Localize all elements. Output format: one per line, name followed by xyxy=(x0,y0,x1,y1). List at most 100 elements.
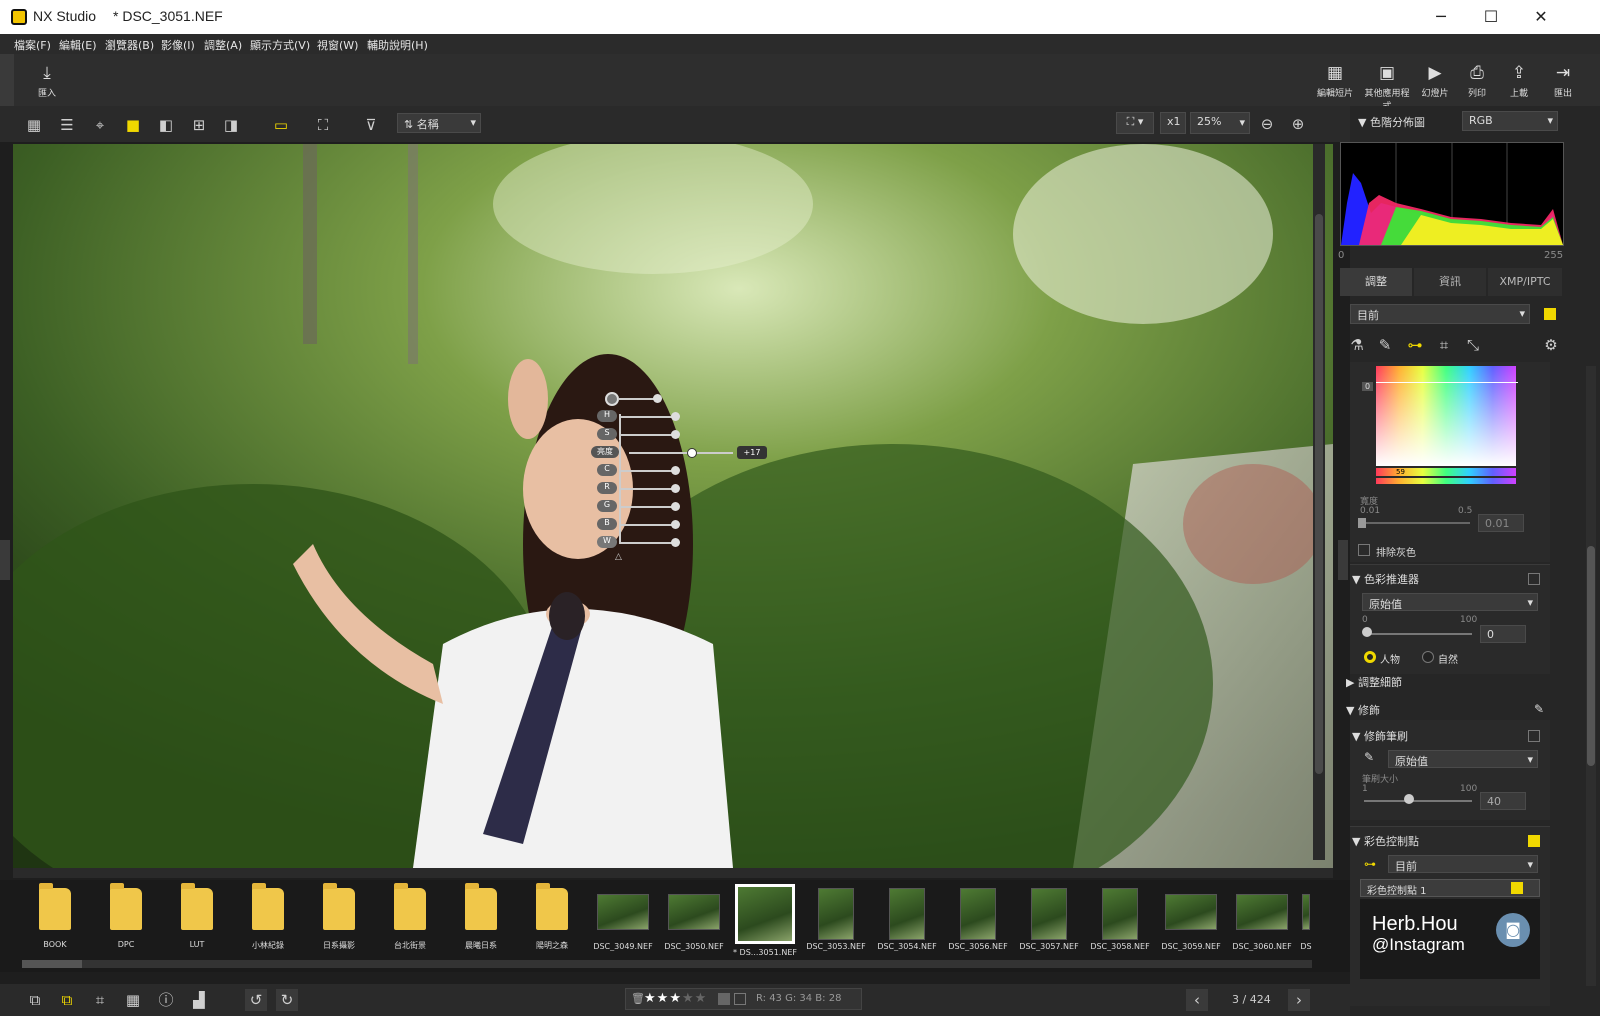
maximize-button[interactable]: ☐ xyxy=(1466,0,1516,34)
red-knob[interactable] xyxy=(671,484,680,493)
radius-slider[interactable] xyxy=(618,398,656,400)
vertical-scroll-thumb[interactable] xyxy=(1315,214,1323,774)
upload-button[interactable]: ⇪ 上載 xyxy=(1502,62,1536,99)
add-control-point-icon[interactable]: ⊶ xyxy=(1364,857,1376,871)
zoom-in-icon[interactable]: ⊕ xyxy=(1287,113,1309,135)
blue-slider[interactable] xyxy=(621,524,677,526)
tab-adjust[interactable]: 調整 xyxy=(1340,268,1412,296)
star-icon[interactable]: ★ xyxy=(669,991,682,1006)
previous-image-icon[interactable]: ‹ xyxy=(1186,989,1208,1011)
green-slider[interactable] xyxy=(621,506,677,508)
fullscreen-icon[interactable]: ⛶ xyxy=(312,114,334,136)
width-input[interactable]: 0.01 xyxy=(1478,514,1524,532)
four-view-icon[interactable]: ⊞ xyxy=(188,114,210,136)
left-panel-toggle[interactable] xyxy=(0,540,10,580)
booster-input[interactable]: 0 xyxy=(1480,625,1526,643)
color-control-icon[interactable]: ⊶ xyxy=(1404,334,1426,356)
filmstrip-scroll-thumb[interactable] xyxy=(22,960,82,968)
map-view-icon[interactable]: ⌖ xyxy=(89,114,111,136)
control-point-handle[interactable] xyxy=(605,392,619,406)
panel-scroll-thumb[interactable] xyxy=(1587,546,1595,766)
menu-view[interactable]: 顯示方式(V) xyxy=(250,37,310,53)
thumbnail-item[interactable]: DSC_3053.NEF xyxy=(803,888,869,951)
histogram-mode-select[interactable]: RGB ▾ xyxy=(1462,111,1558,131)
folder-item[interactable]: 小林紀錄 xyxy=(235,883,301,951)
right-panel-toggle[interactable] xyxy=(1338,540,1348,580)
thumbnail-item[interactable]: DSC_3049.NEF xyxy=(590,888,656,951)
exclude-gray-checkbox[interactable] xyxy=(1358,544,1370,556)
contrast-slider[interactable] xyxy=(621,470,677,472)
saturation-knob[interactable] xyxy=(671,430,680,439)
crop-icon[interactable]: ⌗ xyxy=(1433,334,1455,356)
menu-edit[interactable]: 編輯(E) xyxy=(59,37,97,53)
menu-file[interactable]: 檔案(F) xyxy=(14,37,51,53)
retouch-header[interactable]: ▼ 修飾 xyxy=(1346,702,1380,718)
thumbnail-item-selected[interactable]: * DS...3051.NEF xyxy=(732,884,798,957)
grid-view-icon[interactable]: ▦ xyxy=(23,114,45,136)
blue-knob[interactable] xyxy=(671,520,680,529)
brush-size-slider[interactable] xyxy=(1364,800,1472,802)
booster-slider[interactable] xyxy=(1364,633,1472,635)
retouch-brush-header[interactable]: ▼ 修飾筆刷 xyxy=(1352,728,1408,744)
color-control-point[interactable]: H S 亮度 +17 C R G B W △ xyxy=(591,392,775,562)
info-icon[interactable]: ⓘ xyxy=(155,989,177,1011)
color-control-header[interactable]: ▼ 彩色控制點 xyxy=(1352,833,1419,849)
ccp-list-item[interactable]: 彩色控制點 1 xyxy=(1360,879,1540,897)
rating-stars[interactable]: ★★★★★ xyxy=(644,991,707,1006)
protect-icon[interactable] xyxy=(734,993,746,1005)
menu-browser[interactable]: 瀏覽器(B) xyxy=(105,37,154,53)
table-icon[interactable]: ▦ xyxy=(122,989,144,1011)
frame-icon[interactable]: ⌗ xyxy=(89,989,111,1011)
folder-item[interactable]: BOOK xyxy=(22,883,88,949)
adjust-enable-checkbox[interactable] xyxy=(1544,308,1556,320)
hue-knob[interactable] xyxy=(671,412,680,421)
saturation-slider[interactable] xyxy=(621,434,677,436)
label-icon[interactable] xyxy=(718,993,730,1005)
before-after-icon[interactable]: ◨ xyxy=(220,114,242,136)
folder-item[interactable]: 日系攝影 xyxy=(306,883,372,951)
rotate-left-icon[interactable]: ↺ xyxy=(245,989,267,1011)
zoom-select[interactable]: 25% ▾ xyxy=(1190,112,1250,134)
booster-select[interactable]: 原始值 ▾ xyxy=(1362,593,1538,611)
thumbnail-item[interactable]: DSC_3050.NEF xyxy=(661,888,727,951)
rotate-right-icon[interactable]: ↻ xyxy=(276,989,298,1011)
thumbnail-item[interactable]: DSC_3060.NEF xyxy=(1229,888,1295,951)
star-icon[interactable]: ★ xyxy=(657,991,670,1006)
thumbnail-item[interactable]: DS xyxy=(1296,888,1316,951)
color-booster-header[interactable]: ▼ 色彩推進器 xyxy=(1352,571,1419,587)
collapse-triangle-icon[interactable]: △ xyxy=(615,552,622,562)
picture-control-icon[interactable]: ⚗ xyxy=(1346,334,1368,356)
preset-select[interactable]: 目前 ▾ xyxy=(1350,304,1530,324)
brush-size-knob[interactable] xyxy=(1404,794,1414,804)
folder-item[interactable]: 陽明之森 xyxy=(519,883,585,951)
green-knob[interactable] xyxy=(671,502,680,511)
brush-size-input[interactable]: 40 xyxy=(1480,792,1526,810)
folder-item[interactable]: DPC xyxy=(93,883,159,949)
brightness-knob[interactable] xyxy=(687,448,697,458)
menu-image[interactable]: 影像(I) xyxy=(161,37,195,53)
thumbnail-item[interactable]: DSC_3056.NEF xyxy=(945,888,1011,951)
hue-saturation-field[interactable] xyxy=(1376,366,1516,466)
folder-item[interactable]: 台北街景 xyxy=(377,883,443,951)
panel-scrollbar[interactable] xyxy=(1586,366,1596,986)
compare-view-icon[interactable]: ◧ xyxy=(155,114,177,136)
close-button[interactable]: ✕ xyxy=(1516,0,1566,34)
gear-icon[interactable]: ⚙ xyxy=(1540,334,1562,356)
slideshow-button[interactable]: ▶ 幻燈片 xyxy=(1418,62,1452,99)
radio-people[interactable] xyxy=(1364,651,1376,663)
compare-icon[interactable]: ⧉ xyxy=(56,989,78,1011)
filmstrip-scrollbar[interactable] xyxy=(22,960,1312,968)
import-button[interactable]: ⤓ 匯入 xyxy=(30,62,64,99)
edit-movie-button[interactable]: ▦ 編輯短片 xyxy=(1316,62,1354,99)
star-icon[interactable]: ★ xyxy=(682,991,695,1006)
zoom-out-icon[interactable]: ⊖ xyxy=(1256,113,1278,135)
menu-adjust[interactable]: 調整(A) xyxy=(204,37,242,53)
fit-select[interactable]: ⛶ ▾ xyxy=(1116,112,1154,134)
brush-icon[interactable]: ✎ xyxy=(1364,750,1374,764)
booster-slider-knob[interactable] xyxy=(1362,627,1372,637)
radius-knob[interactable] xyxy=(653,394,662,403)
single-view-icon[interactable]: ■ xyxy=(122,114,144,136)
minimize-button[interactable]: ─ xyxy=(1416,0,1466,34)
contrast-knob[interactable] xyxy=(671,466,680,475)
tab-xmp[interactable]: XMP/IPTC xyxy=(1488,268,1562,296)
